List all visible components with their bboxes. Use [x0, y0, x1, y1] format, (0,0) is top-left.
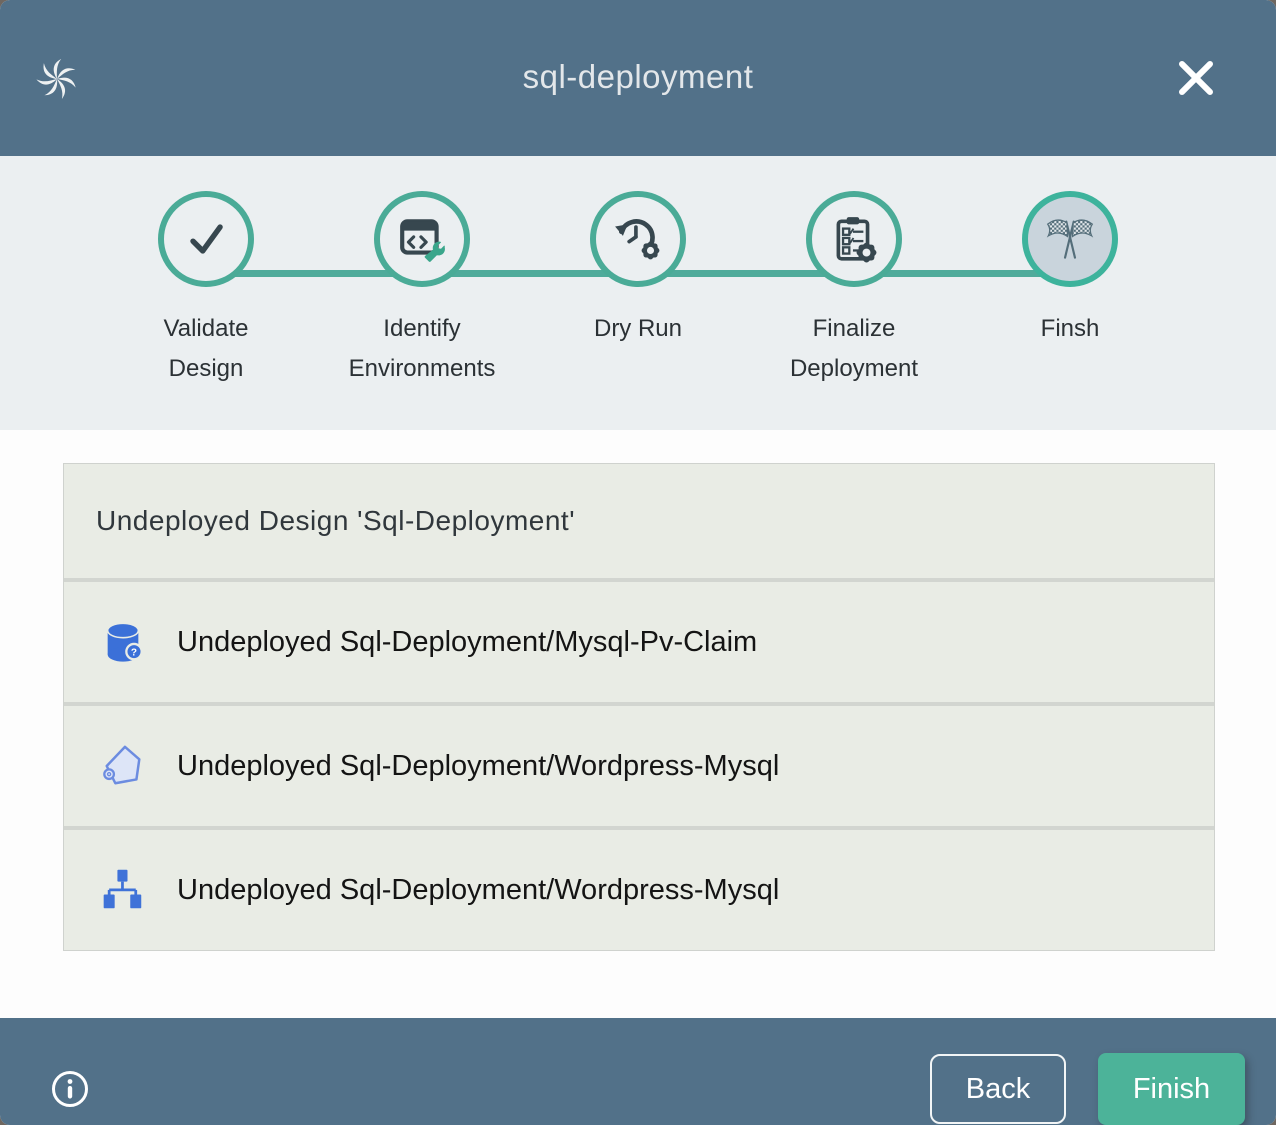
- result-row: Undeployed Sql-Deployment/Wordpress-Mysq…: [64, 830, 1214, 950]
- result-text: Undeployed Sql-Deployment/Mysql-Pv-Claim: [177, 626, 757, 659]
- hierarchy-icon: [100, 866, 146, 914]
- titlebar: sql-deployment: [0, 0, 1276, 156]
- result-text: Undeployed Sql-Deployment/Wordpress-Mysq…: [177, 750, 779, 783]
- step-finish: Finsh: [962, 191, 1178, 389]
- database-icon: ?: [100, 618, 146, 666]
- back-button[interactable]: Back: [930, 1054, 1066, 1124]
- step-label: Finalize Deployment: [774, 309, 934, 389]
- code-wrench-icon[interactable]: [374, 191, 470, 287]
- step-dry-run: Dry Run: [530, 191, 746, 389]
- clipboard-gear-icon[interactable]: [806, 191, 902, 287]
- result-row: Undeployed Sql-Deployment/Wordpress-Mysq…: [64, 706, 1214, 826]
- wizard-stepper: Validate Design Identify Environments: [0, 156, 1276, 430]
- result-row: ? Undeployed Sql-Deployment/Mysql-Pv-Cla…: [64, 582, 1214, 702]
- action-bar: Back Finish: [0, 1018, 1276, 1125]
- pentagon-icon: [100, 742, 146, 790]
- close-icon[interactable]: [1174, 56, 1218, 100]
- page-title: sql-deployment: [0, 58, 1276, 96]
- info-icon[interactable]: [50, 1069, 90, 1109]
- step-label: Identify Environments: [342, 309, 502, 389]
- check-icon[interactable]: [158, 191, 254, 287]
- step-validate-design: Validate Design: [98, 191, 314, 389]
- result-design-text: Undeployed Design 'Sql-Deployment': [96, 505, 575, 537]
- result-text: Undeployed Sql-Deployment/Wordpress-Mysq…: [177, 874, 779, 907]
- deployment-wizard-modal: sql-deployment Validate Design: [0, 0, 1276, 1125]
- step-finalize-deployment: Finalize Deployment: [746, 191, 962, 389]
- step-label: Validate Design: [126, 309, 286, 389]
- step-label: Finsh: [1041, 309, 1100, 349]
- results-area: Undeployed Design 'Sql-Deployment' ? Und…: [0, 463, 1276, 1018]
- checkered-flags-icon[interactable]: [1022, 191, 1118, 287]
- step-identify-environments: Identify Environments: [314, 191, 530, 389]
- svg-text:?: ?: [131, 647, 137, 658]
- results-panel: Undeployed Design 'Sql-Deployment' ? Und…: [63, 463, 1215, 951]
- dry-run-clock-gear-icon[interactable]: [590, 191, 686, 287]
- step-label: Dry Run: [594, 309, 682, 349]
- finish-button[interactable]: Finish: [1098, 1053, 1245, 1125]
- result-design-header: Undeployed Design 'Sql-Deployment': [64, 464, 1214, 578]
